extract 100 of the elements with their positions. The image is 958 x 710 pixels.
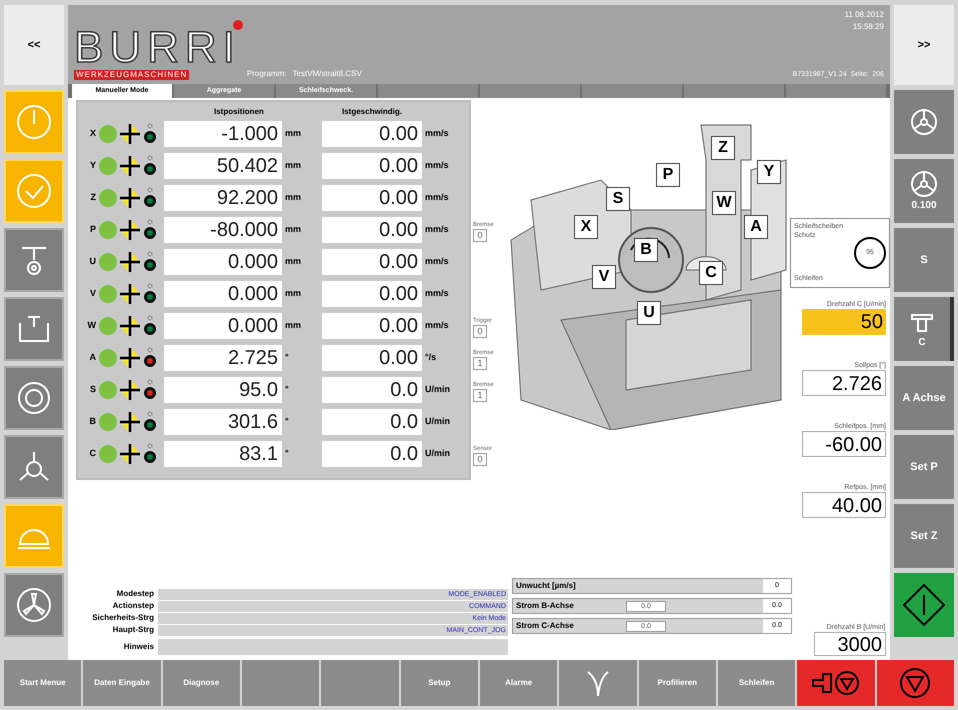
position-field: -80.000 [164,217,282,243]
side-function-button[interactable] [4,228,64,292]
axis-marker-label: P [656,163,680,187]
menu-button[interactable]: Alarme [480,660,558,706]
status-label: Actionstep [112,600,155,612]
status-label: Sicherheits-Strg [91,612,155,624]
axis-marker-label: B [634,238,658,262]
date-text: 11.08.2012 [844,9,884,21]
feed-stop-button[interactable] [797,660,875,706]
side-function-button[interactable] [4,435,64,499]
crosshair-icon [120,283,140,305]
unit-label: mm [285,255,302,268]
status-label: Modestep [116,588,155,600]
axis-marker-label: V [592,265,616,289]
axis-function-button[interactable]: A Achse [894,366,954,430]
start-diamond-icon [902,583,946,627]
pin-indicator-icon [143,347,157,369]
feed-stop-icon [810,668,861,698]
axis-function-button[interactable]: S [894,228,954,292]
steering-wheel-icon [910,108,938,136]
column-header: Istpositionen [214,106,265,118]
position-field: 2.725 [164,345,282,371]
menu-button[interactable]: Setup [400,660,478,706]
value-field: 3000 [814,632,886,656]
menu-button[interactable]: Schleifen [718,660,796,706]
position-field: 83.1 [164,441,282,467]
side-function-button[interactable] [4,159,64,223]
value-field: 40.00 [802,492,886,518]
unit-label: mm [285,191,302,204]
axis-marker-label: Z [711,136,735,160]
unit-label: mm/s [425,159,449,172]
axis-label: X [88,127,96,140]
unit-label: U/min [425,383,450,396]
speed-field: 0.00 [322,217,422,243]
unit-label: °/s [425,351,436,364]
unit-label: ° [285,383,290,396]
side-function-button[interactable] [4,297,64,361]
menu-button[interactable]: Profilieren [638,660,716,706]
cycle-start-button[interactable] [894,573,954,637]
status-dot [99,349,117,367]
column-header: Istgeschwindig. [342,106,402,118]
unit-label: mm [285,287,302,300]
speed-field: 0.00 [322,249,422,275]
emergency-stop-button[interactable] [876,660,954,706]
meter-label: Strom C-Achse [516,620,575,632]
axis-marker-label: A [744,215,768,239]
axis-function-button[interactable] [894,90,954,154]
side-function-button[interactable] [4,90,64,154]
speed-field: 0.00 [322,281,422,307]
axis-marker-label: Y [757,160,781,184]
unit-label: mm/s [425,191,449,204]
next-page-button[interactable]: >> [894,5,954,85]
unit-label: mm [285,127,302,140]
crosshair-icon [120,251,140,273]
pin-indicator-icon [143,443,157,465]
axis-marker-label: X [574,215,598,239]
menu-button[interactable]: Diagnose [162,660,240,706]
unit-label: ° [285,447,290,460]
axis-function-button[interactable]: Set P [894,435,954,499]
status-dot [99,125,117,143]
pin-indicator-icon [143,315,157,337]
axis-label: V [88,287,96,300]
meter-label: Strom B-Achse [516,600,575,612]
position-field: -1.000 [164,121,282,147]
speed-field: 0.0 [322,377,422,403]
axis-function-button[interactable]: 0.100 [894,159,954,223]
speed-field: 0.00 [322,313,422,339]
pin-indicator-icon [143,283,157,305]
unit-label: mm [285,159,302,172]
axis-marker-label: U [637,301,661,325]
menu-button[interactable]: Start Menue [4,660,82,706]
axis-label: A [88,351,96,364]
crosshair-icon [120,411,140,433]
speed-field: 0.0 [322,409,422,435]
side-function-button[interactable] [4,573,64,637]
crosshair-icon [120,347,140,369]
menu-button[interactable] [559,660,637,706]
axis-label: S [88,383,96,396]
stop-icon [899,667,932,699]
axis-function-button[interactable]: Set Z [894,504,954,568]
menu-button[interactable]: Daten Eingabe [83,660,161,706]
crosshair-icon [120,315,140,337]
logo-text: BURRI [74,26,241,70]
previous-page-button[interactable]: << [4,5,64,85]
status-dot [99,445,117,463]
value-field: 2.726 [802,370,886,396]
side-function-button[interactable] [4,366,64,430]
fan-icon [14,585,54,625]
status-label: Hinweis [122,641,155,653]
axis-label: B [88,415,96,428]
check-circle-icon [14,171,54,211]
unit-label: mm/s [425,287,449,300]
side-function-button[interactable] [4,504,64,568]
axis-marker-label: S [606,187,630,211]
crosshair-icon [120,155,140,177]
axis-marker-label: C [699,261,723,285]
crosshair-icon [120,379,140,401]
status-dot [99,157,117,175]
axis-function-button[interactable]: C [894,297,954,361]
crosshair-icon [120,187,140,209]
